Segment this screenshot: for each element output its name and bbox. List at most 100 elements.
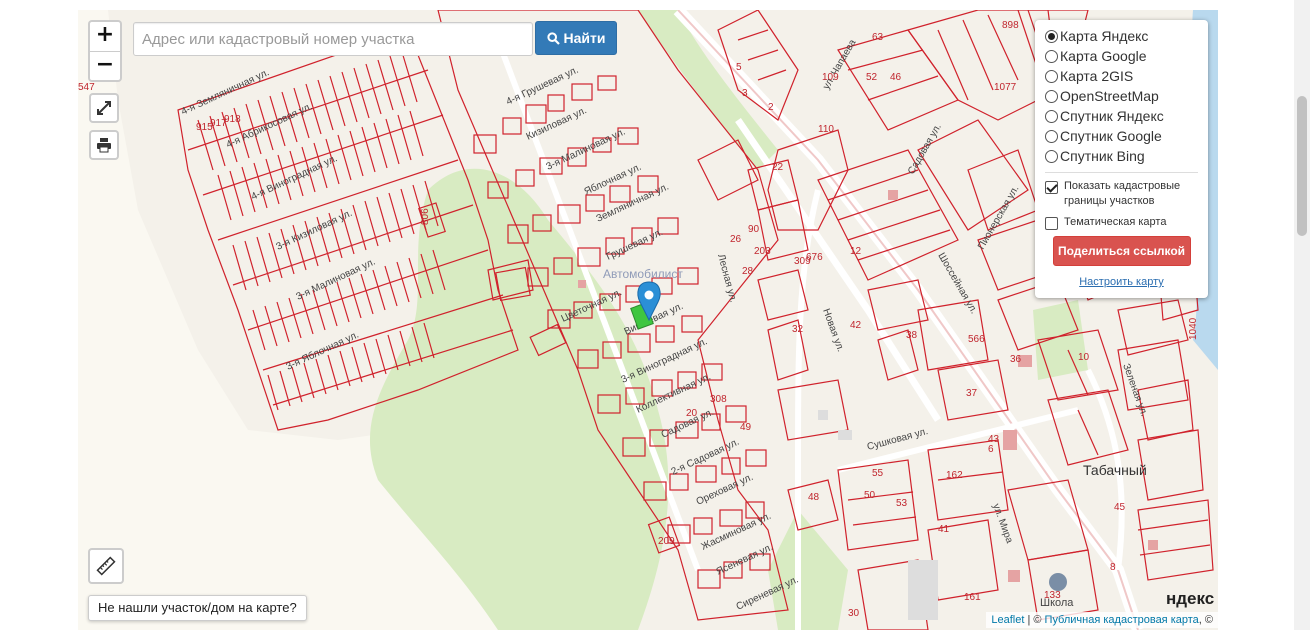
show-boundaries-checkbox[interactable]: Показать кадастровые границы участков — [1045, 179, 1198, 209]
page-scrollbar[interactable] — [1294, 0, 1310, 630]
share-link-button[interactable]: Поделиться ссылкой — [1052, 236, 1191, 266]
parcel-number: 918 — [224, 114, 241, 125]
zoom-control: + − — [88, 20, 122, 82]
radio-icon — [1045, 149, 1058, 163]
radio-icon — [1045, 129, 1058, 143]
parcel-number: 1077 — [994, 82, 1017, 93]
parcel-number: 566 — [968, 334, 985, 345]
checkbox-label: Показать кадастровые границы участков — [1064, 180, 1181, 207]
layer-option-yandex-map[interactable]: Карта Яндекс — [1045, 26, 1198, 46]
zoom-in-button[interactable]: + — [90, 22, 120, 51]
printer-icon — [97, 138, 111, 153]
layer-option-yandex-satellite[interactable]: Спутник Яндекс — [1045, 106, 1198, 126]
parcel-number: 109 — [822, 72, 839, 83]
parcel-number: 90 — [748, 224, 760, 235]
parcel-number: 1040 — [1188, 317, 1199, 340]
parcel-number: 209 — [658, 536, 675, 547]
layer-option-label: Карта Яндекс — [1060, 28, 1149, 44]
parcel-number: 49 — [740, 422, 752, 433]
school-icon — [1049, 573, 1067, 591]
checkbox-icon — [1045, 217, 1058, 230]
parcel-number: 63 — [872, 32, 884, 43]
parcel-number: 2 — [768, 102, 774, 113]
zoom-out-button[interactable]: − — [90, 51, 120, 80]
parcel-number: 48 — [808, 492, 820, 503]
radio-icon — [1045, 29, 1058, 43]
search-input[interactable] — [133, 22, 533, 56]
checkbox-label: Тематическая карта — [1064, 216, 1167, 228]
parcel-number: 20 — [686, 408, 698, 419]
page: 4-я Земляничная ул. 4-я Абрикосовая ул. … — [0, 0, 1310, 630]
ruler-icon — [96, 556, 116, 576]
parcel-number: 46 — [890, 72, 902, 83]
parcel-number: 308 — [710, 394, 727, 405]
layer-option-google-map[interactable]: Карта Google — [1045, 46, 1198, 66]
parcel-number: 8 — [1110, 562, 1116, 573]
parcel-number: 5 — [736, 62, 742, 73]
attribution-separator: | © — [1024, 614, 1045, 626]
parcel-number: 161 — [964, 592, 981, 603]
place-label-tabachny: Табачный — [1083, 462, 1147, 478]
parcel-number: 32 — [792, 324, 804, 335]
parcel-number: 41 — [938, 524, 950, 535]
parcel-number: 53 — [896, 498, 908, 509]
radio-icon — [1045, 109, 1058, 123]
find-button[interactable]: Найти — [535, 21, 617, 55]
layer-option-label: Спутник Яндекс — [1060, 108, 1164, 124]
parcel-number: 6 — [988, 444, 994, 455]
radio-icon — [1045, 49, 1058, 63]
parcel-number: 38 — [906, 330, 918, 341]
parcel-number: 547 — [78, 82, 95, 93]
layer-option-label: Карта Google — [1060, 48, 1147, 64]
parcel-number: 52 — [866, 72, 878, 83]
parcel-number: 22 — [772, 162, 784, 173]
parcel-number: 203 — [754, 246, 771, 257]
layer-option-2gis-map[interactable]: Карта 2GIS — [1045, 66, 1198, 86]
fullscreen-button[interactable] — [89, 93, 119, 123]
parcel-number: 133 — [1044, 590, 1061, 601]
layer-option-label: OpenStreetMap — [1060, 88, 1159, 104]
measure-button[interactable] — [88, 548, 124, 584]
parcel-number: 898 — [1002, 20, 1019, 31]
layers-panel: Карта Яндекс Карта Google Карта 2GIS Ope… — [1035, 20, 1208, 298]
parcel-number: 45 — [1114, 502, 1126, 513]
parcel-number: 676 — [806, 252, 823, 263]
not-found-button[interactable]: Не нашли участок/дом на карте? — [88, 595, 307, 621]
find-button-label: Найти — [563, 30, 606, 46]
parcel-number: 42 — [850, 320, 862, 331]
layer-option-label: Карта 2GIS — [1060, 68, 1134, 84]
parcel-number: 30 — [848, 608, 860, 619]
scrollbar-thumb[interactable] — [1297, 96, 1307, 236]
expand-icon — [97, 101, 111, 115]
radio-icon — [1045, 69, 1058, 83]
attribution-tail: , © — [1198, 614, 1213, 626]
parcel-number: 55 — [872, 468, 884, 479]
divider — [1045, 172, 1198, 173]
configure-map-link[interactable]: Настроить карту — [1045, 276, 1198, 288]
parcel-number: 12 — [850, 246, 862, 257]
thematic-map-checkbox[interactable]: Тематическая карта — [1045, 215, 1198, 230]
print-button[interactable] — [89, 130, 119, 160]
layer-option-bing-satellite[interactable]: Спутник Bing — [1045, 146, 1198, 166]
parcel-number: 10 — [1078, 352, 1090, 363]
layer-option-label: Спутник Bing — [1060, 148, 1145, 164]
parcel-number: 806 — [420, 208, 431, 225]
cadastral-map-link[interactable]: Публичная кадастровая карта — [1045, 614, 1199, 626]
parcel-number: 110 — [818, 124, 834, 135]
layer-option-google-satellite[interactable]: Спутник Google — [1045, 126, 1198, 146]
leaflet-link[interactable]: Leaflet — [991, 614, 1024, 626]
parcel-number: 162 — [946, 470, 963, 481]
search-icon — [546, 31, 560, 45]
checkbox-checked-icon — [1045, 181, 1058, 194]
district-label: Автомобилист — [603, 267, 683, 281]
parcel-number: 28 — [742, 266, 754, 277]
radio-icon — [1045, 89, 1058, 103]
layer-option-label: Спутник Google — [1060, 128, 1162, 144]
parcel-number: 43 — [988, 434, 1000, 445]
parcel-number: 50 — [864, 490, 876, 501]
parcel-number: 3 — [742, 88, 748, 99]
attribution: Leaflet | © Публичная кадастровая карта,… — [986, 612, 1218, 628]
parcel-number: 26 — [730, 234, 742, 245]
layer-option-osm[interactable]: OpenStreetMap — [1045, 86, 1198, 106]
parcel-number: 36 — [1010, 354, 1022, 365]
